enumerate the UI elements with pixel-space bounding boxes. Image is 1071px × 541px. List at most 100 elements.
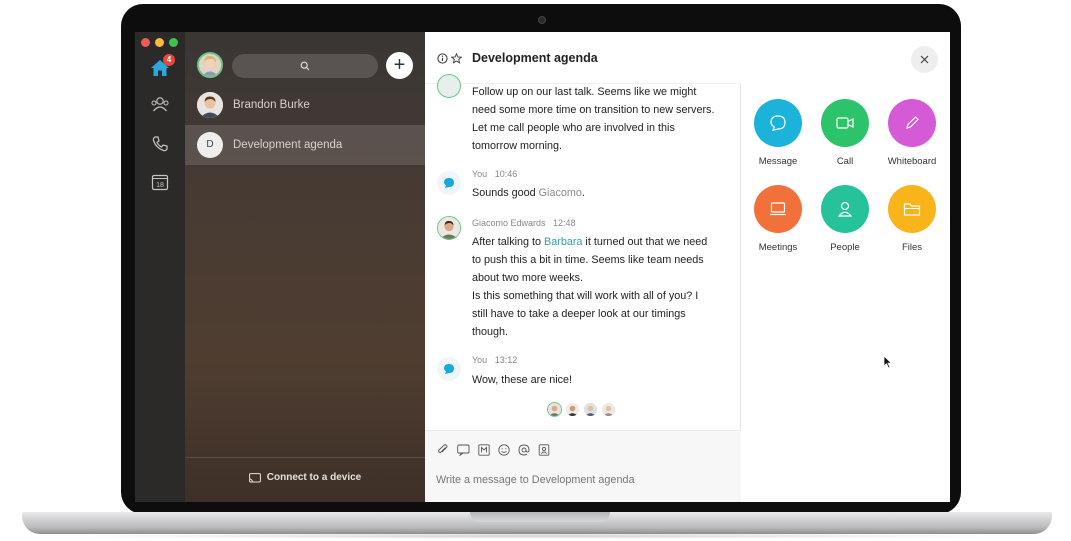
cast-icon xyxy=(248,472,261,482)
person-photo-icon xyxy=(199,54,221,76)
close-window-button[interactable] xyxy=(141,38,150,47)
person-photo-icon xyxy=(197,92,223,118)
message-line: though. xyxy=(472,326,509,338)
contact-card-icon[interactable] xyxy=(537,443,551,457)
connect-label: Connect to a device xyxy=(266,472,362,483)
message-meta: You 13:12 xyxy=(472,355,517,365)
divider xyxy=(185,457,425,458)
attachment-icon[interactable] xyxy=(436,443,450,457)
message-line: to push this a bit in time. Seems like t… xyxy=(472,254,704,266)
chat-bubble-icon xyxy=(754,99,802,147)
close-icon xyxy=(920,55,929,64)
message-input[interactable] xyxy=(436,474,726,486)
timestamp: 10:46 xyxy=(494,169,518,179)
info-icon[interactable] xyxy=(436,52,448,64)
minimize-window-button[interactable] xyxy=(155,38,164,47)
maximize-window-button[interactable] xyxy=(169,38,178,47)
chat-panel: Development agenda Follow up on our last… xyxy=(425,32,741,502)
message-line: need some more time on transition to new… xyxy=(472,104,715,116)
sender-name: You xyxy=(472,169,488,179)
reader-avatar xyxy=(583,402,598,417)
person-icon xyxy=(821,185,869,233)
chat-title: Development agenda xyxy=(472,51,598,65)
message-line: Let me call people who are involved in t… xyxy=(472,122,675,134)
action-label: Message xyxy=(758,156,798,167)
timestamp: 12:48 xyxy=(553,218,576,228)
message-action[interactable]: Message xyxy=(748,99,808,167)
call-action[interactable]: Call xyxy=(815,99,875,167)
message-line: Follow up on our last talk. Seems like w… xyxy=(472,86,697,98)
my-avatar[interactable] xyxy=(197,52,223,78)
avatar xyxy=(437,171,461,195)
message-meta: Giacomo Edwards 12:48 xyxy=(472,218,576,228)
plus-icon: + xyxy=(393,54,406,76)
read-receipts[interactable] xyxy=(547,402,616,417)
avatar xyxy=(197,92,223,118)
nav-calls[interactable] xyxy=(148,132,172,156)
message-composer xyxy=(425,430,741,502)
calendar-day: 18 xyxy=(156,182,164,189)
message-body: Follow up on our last talk. Seems like w… xyxy=(472,83,734,155)
avatar xyxy=(437,74,461,98)
message-body: Sounds good Giacomo. xyxy=(472,184,734,202)
laptop-icon xyxy=(754,185,802,233)
avatar: D xyxy=(197,132,223,158)
message-meta: You 10:46 xyxy=(472,169,517,179)
action-label: Whiteboard xyxy=(887,156,937,167)
emoji-icon[interactable] xyxy=(497,443,511,457)
conversation-name: Development agenda xyxy=(233,139,343,151)
chat-bubble-icon xyxy=(444,364,454,374)
folder-icon xyxy=(888,185,936,233)
conversation-item-brandon-burke[interactable]: Brandon Burke xyxy=(185,85,425,125)
mouse-cursor-icon xyxy=(883,355,893,369)
nav-teams[interactable] xyxy=(148,92,172,116)
star-icon[interactable] xyxy=(450,52,462,64)
reader-avatar xyxy=(547,402,562,417)
action-label: People xyxy=(830,242,860,253)
whiteboard-action[interactable]: Whiteboard xyxy=(882,99,942,167)
search-input[interactable] xyxy=(232,54,378,78)
conversation-item-development-agenda[interactable]: D Development agenda xyxy=(185,125,425,165)
mention[interactable]: Barbara xyxy=(544,236,582,248)
message-text: . xyxy=(581,187,585,199)
conversation-list-panel: + Brandon Burke D Development agenda Con… xyxy=(185,32,425,502)
close-panel-button[interactable] xyxy=(911,46,938,73)
files-action[interactable]: Files xyxy=(882,185,942,253)
phone-icon xyxy=(152,136,168,152)
action-label: Call xyxy=(836,156,854,167)
pencil-icon xyxy=(888,99,936,147)
meetings-action[interactable]: Meetings xyxy=(748,185,808,253)
team-icon xyxy=(151,97,169,112)
chat-bubble-icon xyxy=(444,178,454,188)
conversation-name: Brandon Burke xyxy=(233,99,310,111)
people-action[interactable]: People xyxy=(815,185,875,253)
mention-icon[interactable] xyxy=(517,443,531,457)
laptop-shadow xyxy=(60,533,1010,539)
person-photo-icon xyxy=(438,217,460,239)
markdown-icon[interactable] xyxy=(477,443,491,457)
search-icon xyxy=(300,61,310,71)
action-label: Files xyxy=(901,242,923,253)
nav-calendar[interactable]: 18 xyxy=(148,170,172,194)
chat-header: Development agenda xyxy=(425,32,741,84)
connect-device-button[interactable]: Connect to a device xyxy=(185,472,425,483)
timestamp: 13:12 xyxy=(494,355,518,365)
message-text: it turned out that we need xyxy=(582,236,708,248)
avatar xyxy=(437,216,461,240)
calendar-icon: 18 xyxy=(151,174,169,191)
unread-badge: 4 xyxy=(163,54,175,66)
sender-name: Giacomo Edwards xyxy=(472,218,546,228)
laptop-notch xyxy=(470,512,610,522)
whiteboard-share-icon[interactable] xyxy=(456,443,470,457)
message-body: Wow, these are nice! xyxy=(472,374,573,386)
webcam xyxy=(538,16,546,24)
message-text: After talking to xyxy=(472,236,545,248)
message-line: tomorrow morning. xyxy=(472,140,563,152)
avatar xyxy=(437,357,461,381)
nav-rail: 4 18 xyxy=(135,32,185,502)
new-conversation-button[interactable]: + xyxy=(386,52,413,79)
app-window: 4 18 + Brandon Burke D Development agend… xyxy=(135,32,950,502)
action-label: Meetings xyxy=(758,242,798,253)
sender-name: You xyxy=(472,355,488,365)
mention[interactable]: Giacomo xyxy=(539,187,582,199)
